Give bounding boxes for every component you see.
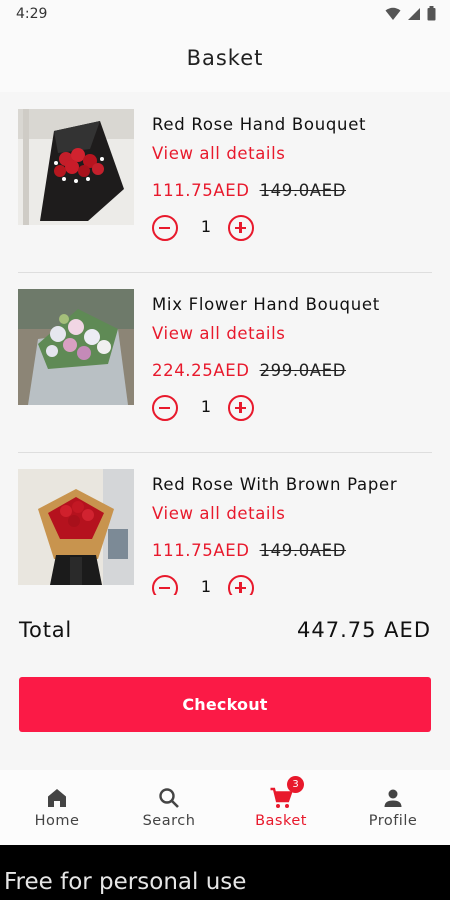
watermark-text: Free for personal use — [4, 869, 247, 895]
search-icon — [159, 788, 179, 808]
price-row: 111.75AED 149.0AED — [152, 541, 346, 560]
increase-quantity-button[interactable] — [228, 395, 254, 421]
increase-quantity-button[interactable] — [228, 575, 254, 595]
minus-icon — [159, 226, 170, 229]
battery-icon — [427, 6, 436, 21]
total-amount: 447.75 AED — [297, 618, 431, 642]
product-image[interactable] — [18, 109, 134, 225]
signal-icon — [408, 7, 420, 20]
quantity-stepper: 1 — [152, 215, 262, 245]
nav-label: Home — [34, 813, 80, 829]
person-icon — [384, 789, 402, 807]
view-details-link[interactable]: View all details — [152, 324, 286, 343]
original-price: 299.0AED — [259, 361, 347, 380]
app-bar: Basket — [0, 30, 450, 92]
status-icons — [385, 6, 436, 21]
wifi-icon — [385, 7, 401, 20]
plus-icon-bar — [239, 582, 242, 593]
basket-list[interactable]: Red Rose Hand Bouquet View all details 1… — [0, 93, 450, 595]
view-details-link[interactable]: View all details — [152, 504, 286, 523]
product-image[interactable] — [18, 469, 134, 585]
sale-price: 224.25AED — [152, 361, 250, 380]
sale-price: 111.75AED — [152, 541, 250, 560]
page-title: Basket — [186, 46, 264, 70]
cart-count-badge: 3 — [287, 776, 304, 793]
product-name: Mix Flower Hand Bouquet — [152, 295, 380, 314]
bottom-navigation: Home Search 3 Basket Profile — [0, 770, 450, 845]
decrease-quantity-button[interactable] — [152, 215, 178, 241]
view-details-link[interactable]: View all details — [152, 144, 286, 163]
decrease-quantity-button[interactable] — [152, 575, 178, 595]
status-time: 4:29 — [16, 6, 48, 22]
plus-icon-bar — [239, 222, 242, 233]
quantity-value: 1 — [200, 397, 212, 416]
nav-item-profile[interactable]: Profile — [337, 770, 449, 845]
original-price: 149.0AED — [259, 181, 347, 200]
nav-item-basket[interactable]: 3 Basket — [225, 770, 337, 845]
quantity-stepper: 1 — [152, 575, 262, 595]
quantity-value: 1 — [200, 577, 212, 595]
price-row: 111.75AED 149.0AED — [152, 181, 346, 200]
decrease-quantity-button[interactable] — [152, 395, 178, 421]
product-name: Red Rose With Brown Paper — [152, 475, 398, 494]
minus-icon — [159, 586, 170, 589]
checkout-button[interactable]: Checkout — [19, 677, 431, 732]
product-image[interactable] — [18, 289, 134, 405]
quantity-value: 1 — [200, 217, 212, 236]
basket-item: Mix Flower Hand Bouquet View all details… — [18, 273, 432, 453]
basket-item: Red Rose With Brown Paper View all detai… — [18, 453, 432, 595]
increase-quantity-button[interactable] — [228, 215, 254, 241]
plus-icon-bar — [239, 402, 242, 413]
product-name: Red Rose Hand Bouquet — [152, 115, 367, 134]
price-row: 224.25AED 299.0AED — [152, 361, 346, 380]
sale-price: 111.75AED — [152, 181, 250, 200]
nav-label: Profile — [368, 813, 418, 829]
minus-icon — [159, 406, 170, 409]
nav-label: Basket — [255, 813, 307, 829]
nav-item-search[interactable]: Search — [113, 770, 225, 845]
status-bar: 4:29 — [0, 0, 450, 30]
total-label: Total — [19, 618, 73, 642]
original-price: 149.0AED — [259, 541, 347, 560]
nav-label: Search — [142, 813, 196, 829]
quantity-stepper: 1 — [152, 395, 262, 425]
nav-item-home[interactable]: Home — [1, 770, 113, 845]
home-icon — [48, 789, 66, 807]
basket-item: Red Rose Hand Bouquet View all details 1… — [18, 93, 432, 273]
footer-bar: Free for personal use — [0, 845, 450, 900]
